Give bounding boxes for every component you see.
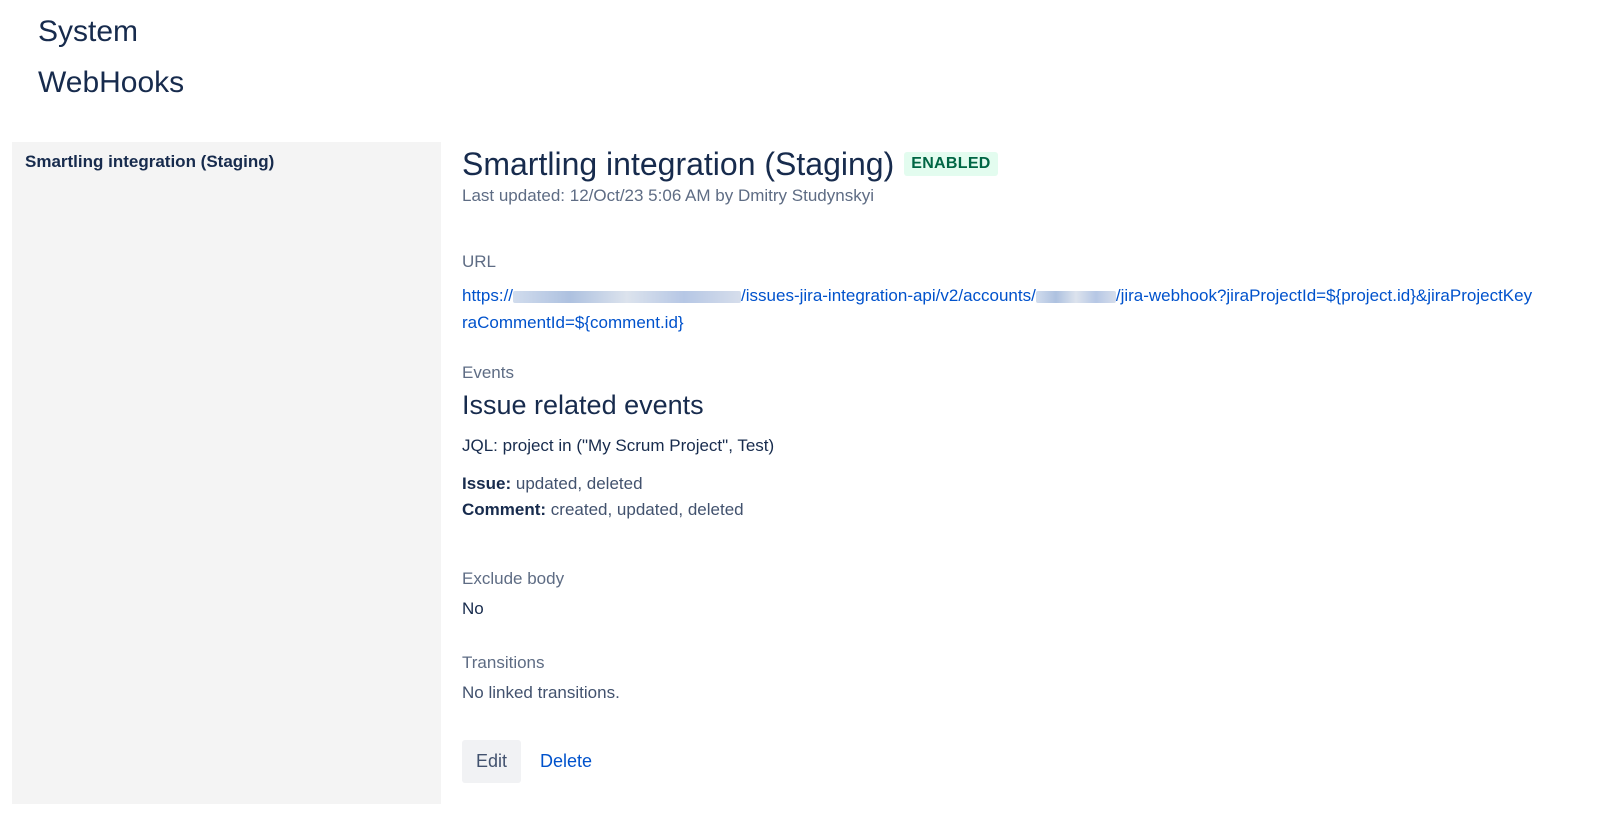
redacted-account-id: [1035, 290, 1116, 303]
jql-value: project in ("My Scrum Project", Test): [497, 436, 775, 455]
url-label: URL: [462, 252, 497, 271]
webhook-details: Smartling integration (Staging) ENABLED …: [462, 142, 1600, 834]
delete-link[interactable]: Delete: [540, 751, 592, 772]
page-header: System WebHooks: [38, 0, 184, 108]
transitions-label: Transitions: [462, 653, 545, 672]
comment-events-value: created, updated, deleted: [546, 500, 744, 519]
url-path: /issues-jira-integration-api/v2/accounts…: [741, 286, 1036, 305]
jql-key: JQL:: [462, 436, 498, 455]
jql-line: JQL: project in ("My Scrum Project", Tes…: [462, 436, 774, 456]
url-continuation: raCommentId=${comment.id}: [462, 313, 684, 332]
page-title-webhooks: WebHooks: [38, 66, 185, 99]
issue-events-line: Issue: updated, deleted: [462, 474, 643, 494]
webhook-title-row: Smartling integration (Staging) ENABLED: [462, 144, 1600, 184]
sidebar-item-smartling-integration[interactable]: Smartling integration (Staging): [25, 152, 274, 172]
webhook-title: Smartling integration (Staging): [462, 145, 895, 182]
redacted-host: [513, 290, 742, 303]
comment-events-key: Comment:: [462, 500, 547, 519]
webhook-sidebar: Smartling integration (Staging): [12, 142, 441, 804]
events-heading: Issue related events: [462, 390, 704, 420]
exclude-body-label: Exclude body: [462, 569, 565, 588]
issue-events-key: Issue:: [462, 474, 512, 493]
page-title-system: System: [38, 15, 139, 48]
events-label: Events: [462, 363, 514, 382]
url-query: /jira-webhook?jiraProjectId=${project.id…: [1115, 286, 1533, 305]
url-prefix: https://: [462, 286, 514, 305]
exclude-body-value: No: [462, 599, 484, 618]
edit-button[interactable]: Edit: [462, 740, 522, 783]
status-badge: ENABLED: [904, 152, 998, 176]
issue-events-value: updated, deleted: [511, 474, 643, 493]
webhook-actions: Edit Delete: [462, 740, 592, 783]
webhook-url-link[interactable]: https:// /issues-jira-integration-api/v2/…: [462, 282, 1532, 336]
comment-events-line: Comment: created, updated, deleted: [462, 500, 744, 520]
last-updated-text: Last updated: 12/Oct/23 5:06 AM by Dmitr…: [462, 186, 874, 205]
transitions-value: No linked transitions.: [462, 683, 620, 702]
